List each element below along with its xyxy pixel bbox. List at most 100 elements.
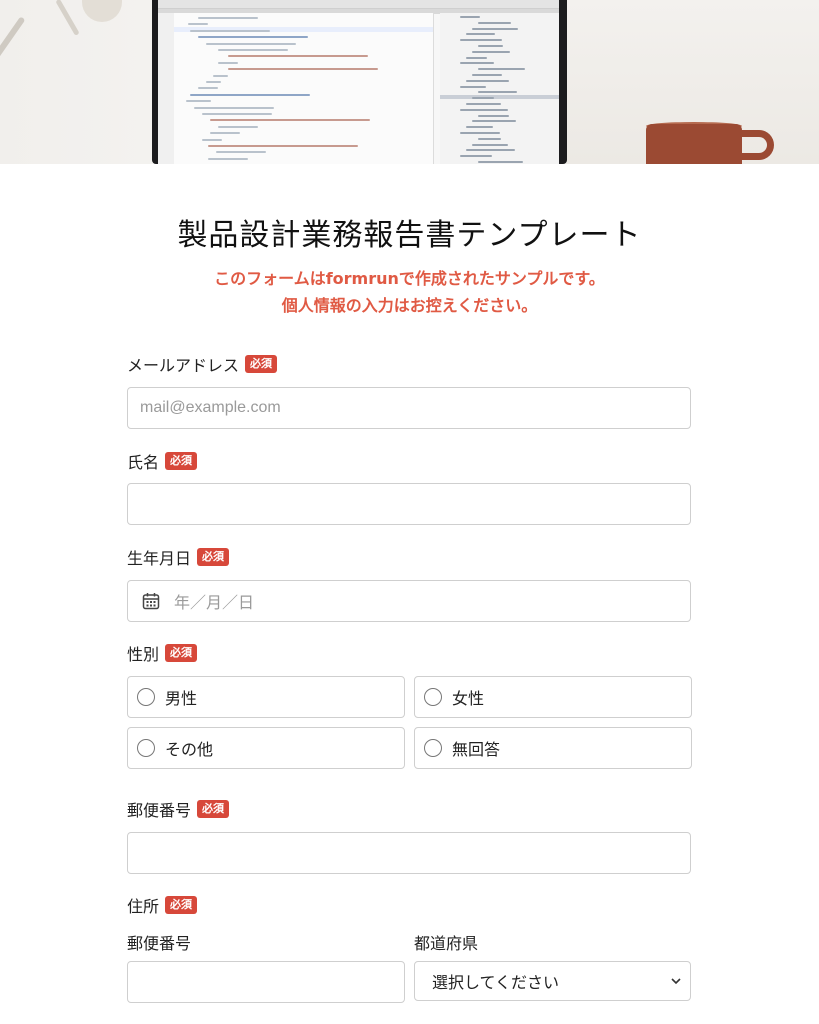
code-line [218, 61, 238, 64]
birthdate-label-text: 生年月日 [127, 549, 192, 568]
name-label: 氏名 必須 [127, 449, 198, 473]
coffee-cup [646, 124, 742, 164]
tree-line [472, 143, 508, 146]
tree-line [478, 114, 509, 117]
address-label-text: 住所 [127, 897, 160, 916]
tree-line [478, 137, 501, 140]
code-line [210, 132, 240, 135]
radio-circle[interactable] [424, 688, 442, 706]
page-title: 製品設計業務報告書テンプレート [177, 218, 642, 253]
address-zip-field[interactable] [127, 961, 405, 1003]
gender-option-label: 無回答 [452, 740, 501, 759]
gender-option-label: 男性 [165, 689, 198, 708]
tree-line [472, 27, 518, 30]
code-line [198, 17, 258, 19]
email-field[interactable] [127, 387, 691, 429]
required-badge: 必須 [197, 800, 230, 818]
gender-option-female[interactable]: 女性 [414, 676, 692, 718]
code-line [190, 93, 310, 96]
email-label: メールアドレス 必須 [127, 352, 278, 376]
tree-line [460, 39, 502, 42]
project-tree [440, 13, 559, 164]
gender-label-text: 性別 [127, 645, 160, 664]
code-line [208, 145, 358, 147]
email-label-text: メールアドレス [127, 356, 240, 375]
tree-line [478, 91, 517, 94]
tree-line [472, 74, 502, 76]
name-label-text: 氏名 [127, 453, 160, 472]
tree-line [472, 50, 510, 53]
code-editor [158, 13, 434, 164]
desk-lamp-head [82, 0, 122, 22]
name-field[interactable] [127, 483, 691, 525]
desk-lamp-arm [0, 16, 26, 78]
prefecture-select[interactable]: 選択してください [414, 961, 691, 1001]
birthdate-field[interactable]: 年／月／日 [127, 580, 691, 622]
line-number-gutter [158, 13, 174, 164]
ide-menubar [158, 0, 559, 9]
tree-line [466, 33, 495, 36]
code-line [208, 157, 248, 160]
tree-line [478, 45, 503, 47]
code-line [202, 138, 222, 141]
tree-line [460, 132, 500, 134]
code-line [218, 49, 288, 51]
laptop [152, 0, 567, 164]
address-zip-label: 郵便番号 [127, 934, 192, 953]
code-line [186, 100, 211, 103]
tree-line [466, 103, 501, 105]
code-line [206, 42, 296, 45]
tree-line [472, 120, 516, 123]
required-badge: 必須 [245, 355, 278, 373]
code-line [206, 81, 221, 83]
hero-banner-image [0, 0, 819, 164]
tree-line [466, 126, 493, 129]
tree-line [472, 97, 494, 100]
required-badge: 必須 [165, 452, 198, 470]
code-line [188, 23, 208, 26]
desk-lamp-arm-upper [55, 0, 80, 36]
required-badge: 必須 [165, 644, 198, 662]
tree-line [460, 85, 486, 88]
tree-line [478, 161, 523, 163]
prefecture-label: 都道府県 [414, 934, 479, 953]
tree-line [460, 16, 480, 18]
gender-option-no-answer[interactable]: 無回答 [414, 727, 692, 769]
chevron-down-icon [671, 978, 681, 985]
tree-line [478, 68, 525, 71]
tree-line [466, 149, 515, 152]
postal-code-label: 郵便番号 必須 [127, 797, 230, 821]
tree-line [478, 21, 511, 24]
radio-circle[interactable] [137, 739, 155, 757]
radio-circle[interactable] [424, 739, 442, 757]
tree-line [460, 155, 492, 158]
tree-line [466, 79, 509, 82]
gender-option-other[interactable]: その他 [127, 727, 405, 769]
gender-label: 性別 必須 [127, 641, 198, 665]
gender-option-label: 女性 [452, 689, 485, 708]
code-line [210, 119, 370, 122]
address-label: 住所 必須 [127, 893, 198, 917]
calendar-icon [142, 593, 160, 610]
gender-option-male[interactable]: 男性 [127, 676, 405, 718]
code-line [213, 74, 228, 77]
privacy-notice: 個人情報の入力はお控えください。 [281, 296, 538, 315]
tree-line [460, 108, 508, 111]
postal-code-field[interactable] [127, 832, 691, 874]
code-line [198, 87, 218, 90]
postal-code-label-text: 郵便番号 [127, 801, 192, 820]
prefecture-selected-value: 選択してください [432, 973, 560, 992]
code-line [198, 36, 308, 39]
tree-line [460, 62, 494, 65]
code-line [194, 106, 274, 109]
code-line [216, 151, 266, 154]
radio-circle[interactable] [137, 688, 155, 706]
laptop-screen [158, 0, 559, 164]
gender-option-label: その他 [165, 740, 214, 759]
sample-notice: このフォームはformrunで作成されたサンプルです。 [214, 269, 605, 288]
code-line [228, 55, 368, 58]
coffee-cup-handle [736, 130, 774, 160]
required-badge: 必須 [197, 548, 230, 566]
birthdate-label: 生年月日 必須 [127, 545, 230, 569]
birthdate-placeholder: 年／月／日 [174, 593, 255, 612]
